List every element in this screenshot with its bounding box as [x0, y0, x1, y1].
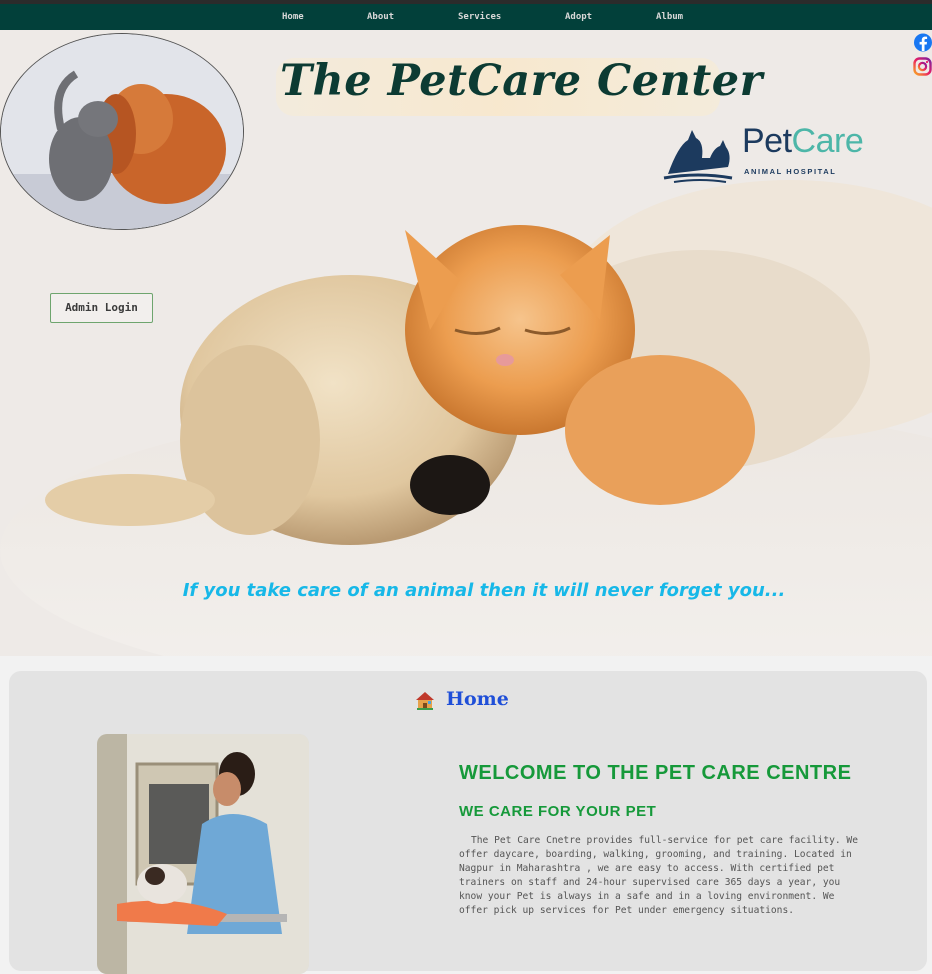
description-text: The Pet Care Cnetre provides full-servic… [459, 835, 858, 916]
main-nav: Home About Services Adopt Album [0, 4, 932, 30]
pets-photo [0, 33, 244, 230]
staff-photo [97, 734, 309, 974]
site-title: The PetCare Center [280, 56, 763, 106]
house-icon [416, 692, 434, 710]
welcome-subheading: WE CARE FOR YOUR PET [459, 803, 657, 820]
logo-wordmark: PetCare [742, 122, 864, 160]
nav-home[interactable]: Home [282, 4, 304, 30]
nav-album[interactable]: Album [656, 4, 683, 30]
nav-about[interactable]: About [367, 4, 394, 30]
hero-banner: The PetCare Center PetCare ANIMAL HOSPIT… [0, 30, 932, 656]
nav-adopt[interactable]: Adopt [565, 4, 592, 30]
nav-services[interactable]: Services [458, 4, 501, 30]
logo-subtitle: ANIMAL HOSPITAL [744, 167, 837, 176]
pets-silhouette-icon [663, 130, 733, 183]
instagram-icon[interactable] [913, 57, 932, 76]
welcome-heading: WELCOME TO THE PET CARE CENTRE [459, 762, 852, 784]
section-title: Home [446, 688, 509, 710]
tagline: If you take care of an animal then it wi… [182, 580, 786, 601]
petcare-logo: PetCare ANIMAL HOSPITAL [660, 122, 875, 184]
facebook-icon[interactable] [913, 33, 932, 52]
admin-login-button[interactable]: Admin Login [50, 293, 153, 323]
